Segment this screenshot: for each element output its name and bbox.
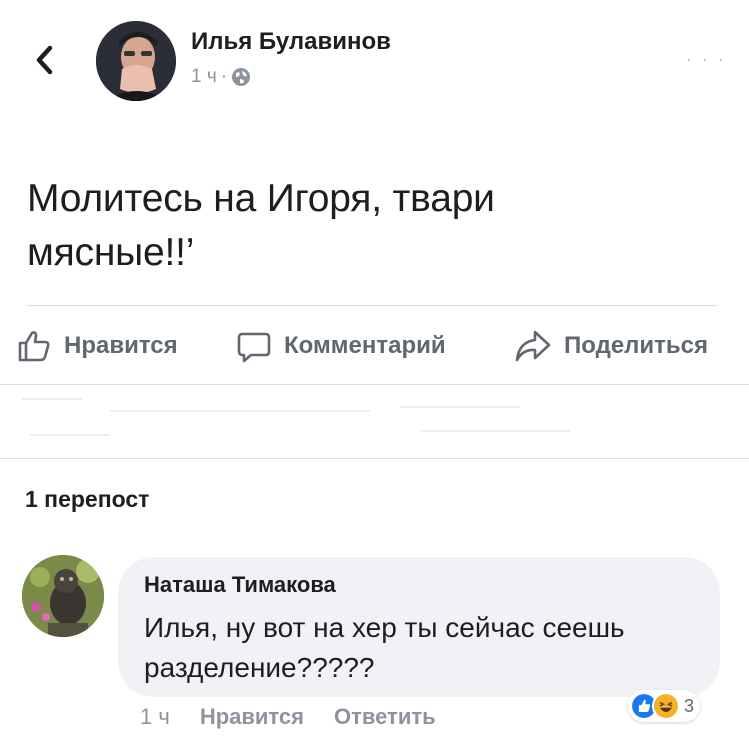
faded-line (420, 430, 570, 432)
more-options-button[interactable] (688, 56, 722, 64)
dot-icon (704, 59, 706, 61)
avatar-photo (96, 21, 176, 101)
faded-strip (0, 388, 749, 458)
post-screen: Илья Булавинов 1 ч · Молитесь на Игоря, … (0, 0, 749, 741)
share-arrow-icon (515, 330, 551, 362)
haha-reaction-icon (652, 692, 680, 720)
comment-like-button[interactable]: Нравится (200, 704, 304, 730)
dot-icon (720, 59, 722, 61)
back-button[interactable] (30, 40, 60, 80)
comment-text-line: разделение????? (144, 652, 375, 683)
post-text-line: Молитесь на Игоря, твари (27, 177, 495, 220)
like-button[interactable]: Нравится (16, 326, 178, 366)
globe-icon (232, 68, 251, 86)
faded-line (30, 434, 110, 436)
faded-line (400, 406, 520, 408)
post-text: Молитесь на Игоря, твари мясные!!’ (27, 172, 717, 280)
repost-count[interactable]: 1 перепост (25, 486, 149, 513)
reaction-count: 3 (684, 695, 695, 716)
like-label: Нравится (64, 332, 178, 359)
post-text-line: мясные!!’ (27, 231, 195, 274)
divider (0, 384, 749, 385)
thumbs-up-icon (18, 331, 50, 362)
faded-line (22, 398, 82, 400)
author-avatar[interactable] (96, 21, 176, 101)
comment-label: Комментарий (284, 332, 446, 359)
comment-bubble-icon (237, 332, 271, 363)
avatar-photo (22, 555, 104, 637)
comment-meta: 1 ч Нравится Ответить (140, 704, 436, 730)
comment-button[interactable]: Комментарий (236, 326, 446, 366)
reactions-summary[interactable]: 3 (628, 690, 701, 722)
faded-line (110, 410, 370, 412)
comment-time[interactable]: 1 ч (140, 704, 170, 730)
comment-text: Илья, ну вот на хер ты сейчас сеешь разд… (144, 608, 704, 688)
share-label: Поделиться (564, 332, 709, 359)
divider (0, 458, 749, 459)
chevron-left-icon (36, 45, 53, 75)
dot-icon (688, 59, 690, 61)
share-button[interactable]: Поделиться (514, 326, 708, 366)
divider (27, 305, 717, 306)
commenter-avatar[interactable] (22, 555, 104, 637)
meta-separator: · (220, 66, 228, 87)
author-name[interactable]: Илья Булавинов (191, 28, 391, 56)
comment-reply-button[interactable]: Ответить (334, 704, 436, 730)
comment-author[interactable]: Наташа Тимакова (144, 572, 336, 598)
post-meta: 1 ч · (191, 66, 251, 88)
comment-text-line: Илья, ну вот на хер ты сейчас сеешь (144, 612, 625, 643)
post-time[interactable]: 1 ч (191, 66, 217, 88)
